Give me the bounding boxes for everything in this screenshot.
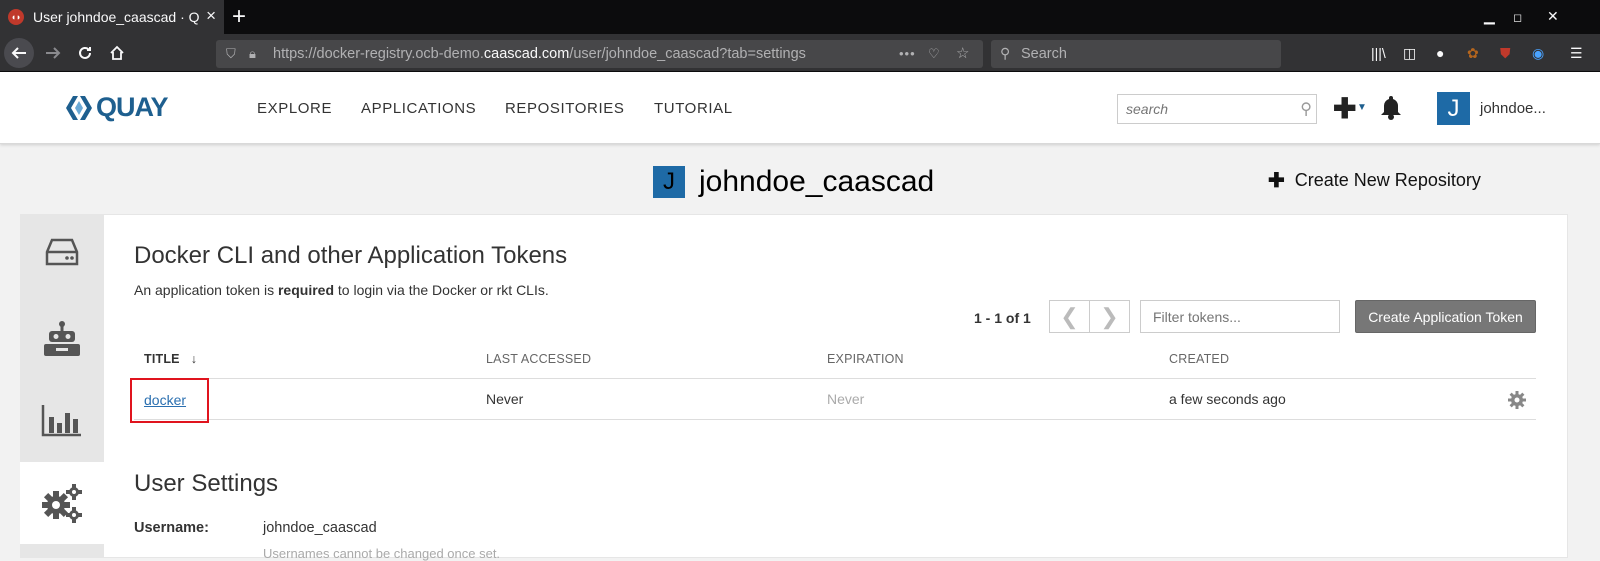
column-title-label: TITLE — [144, 352, 180, 366]
page-title: johndoe_caascad — [699, 165, 935, 198]
user-settings-heading: User Settings — [134, 470, 279, 497]
desc-bold: required — [277, 282, 334, 298]
url-path: /user/johndoe_caascad?tab=settings — [569, 46, 806, 62]
lock-icon[interactable]: 🔒︎ — [249, 46, 256, 62]
filter-tokens-box[interactable] — [1140, 300, 1340, 333]
gear-icon[interactable] — [1508, 391, 1526, 409]
sidebar-item-usage-logs[interactable] — [20, 390, 104, 450]
sidebar-item-robot-accounts[interactable] — [20, 310, 104, 370]
robot-icon — [44, 321, 80, 356]
tokens-heading: Docker CLI and other Application Tokens — [134, 242, 568, 269]
maximize-icon[interactable]: ◻ — [1513, 11, 1522, 24]
browser-tab[interactable]: ◖◗ User johndoe_caascad · Q × — [0, 0, 224, 34]
browser-search-placeholder: Search — [1021, 46, 1067, 62]
filter-tokens-input[interactable] — [1141, 301, 1339, 332]
token-created: a few seconds ago — [1169, 391, 1286, 407]
account-icon[interactable]: ● — [1436, 45, 1444, 61]
bell-icon[interactable] — [1379, 94, 1403, 120]
create-repository-button[interactable]: ✚ Create New Repository — [1268, 168, 1481, 193]
column-header-expiration[interactable]: EXPIRATION — [827, 352, 904, 366]
nav-repositories[interactable]: REPOSITORIES — [505, 100, 624, 117]
quay-logo[interactable]: QUAY — [64, 92, 169, 123]
create-application-token-button[interactable]: Create Application Token — [1355, 300, 1536, 333]
token-title-link[interactable]: docker — [144, 392, 186, 408]
sort-arrow-icon: ↓ — [190, 352, 198, 366]
token-title-highlight: docker — [130, 378, 209, 423]
extension-cookie-icon[interactable]: ✿ — [1467, 45, 1479, 62]
column-header-last-accessed[interactable]: LAST ACCESSED — [486, 352, 591, 366]
page-actions-icon[interactable]: ••• — [899, 46, 916, 61]
table-divider — [134, 378, 1536, 379]
gears-icon — [42, 484, 82, 523]
sidebar-item-repositories[interactable] — [20, 222, 104, 282]
app-search-input[interactable] — [1118, 95, 1288, 123]
page-avatar: J — [653, 166, 685, 198]
url-text: https://docker-registry.ocb-demo.caascad… — [273, 46, 806, 62]
minimize-icon[interactable]: ▁ — [1484, 8, 1495, 25]
app-header: QUAY EXPLORE APPLICATIONS REPOSITORIES T… — [0, 72, 1600, 144]
nav-explore[interactable]: EXPLORE — [257, 100, 332, 117]
hamburger-menu-icon[interactable]: ☰ — [1570, 45, 1583, 62]
username-label: Username: — [134, 520, 209, 536]
url-bar[interactable]: ⛉ 🔒︎ https://docker-registry.ocb-demo.ca… — [216, 40, 983, 68]
url-prefix: https://docker-registry.ocb-demo. — [273, 46, 484, 62]
logo-text: QUAY — [96, 92, 169, 122]
ublock-icon[interactable]: ⛊ — [1500, 45, 1511, 62]
token-last-accessed: Never — [486, 391, 524, 407]
forward-button[interactable] — [38, 38, 68, 68]
sidebar-toggle-icon[interactable]: ◫ — [1403, 45, 1416, 62]
app-search-box[interactable]: ⚲ — [1117, 94, 1317, 124]
reload-icon — [79, 46, 91, 59]
next-page-button[interactable]: ❯ — [1089, 300, 1130, 333]
sidebar-item-settings[interactable] — [20, 462, 104, 544]
create-repository-label: Create New Repository — [1294, 170, 1481, 190]
plus-icon: ✚ — [1268, 170, 1285, 192]
prev-page-button[interactable]: ❮ — [1049, 300, 1090, 333]
window-close-icon[interactable]: ✕ — [1547, 8, 1559, 25]
tab-close-icon[interactable]: × — [206, 6, 216, 26]
search-icon[interactable]: ⚲ — [1300, 99, 1312, 119]
user-menu-name[interactable]: johndoe... — [1480, 100, 1546, 117]
hard-drive-icon — [45, 238, 79, 266]
browser-tabbar: ◖◗ User johndoe_caascad · Q × + ▁ ◻ ✕ — [0, 0, 1600, 34]
username-value: johndoe_caascad — [263, 520, 377, 536]
back-button[interactable] — [4, 38, 34, 68]
home-icon — [110, 45, 124, 60]
reload-button[interactable] — [70, 38, 100, 68]
tokens-description: An application token is required to logi… — [134, 282, 549, 298]
quay-favicon-icon: ◖◗ — [8, 9, 24, 25]
desc-text-2: to login via the Docker or rkt CLIs. — [334, 282, 549, 298]
new-tab-button[interactable]: + — [232, 3, 246, 31]
caret-down-icon[interactable]: ▼ — [1357, 102, 1367, 113]
nav-applications[interactable]: APPLICATIONS — [361, 100, 476, 117]
bookmark-star-icon[interactable]: ☆ — [956, 44, 969, 62]
username-help-text: Usernames cannot be changed once set. — [263, 546, 501, 561]
table-divider — [134, 419, 1536, 420]
password-manager-icon[interactable]: ◉ — [1532, 45, 1544, 62]
browser-search-bar[interactable]: ⚲ Search — [991, 40, 1281, 68]
arrow-right-icon — [46, 47, 61, 59]
bar-chart-icon — [41, 405, 81, 437]
pager-count: 1 - 1 of 1 — [974, 310, 1031, 326]
create-plus-icon[interactable]: ✚ — [1333, 92, 1356, 125]
pocket-icon[interactable]: ♡ — [928, 46, 940, 62]
arrow-left-icon — [11, 47, 26, 59]
tab-title: User johndoe_caascad · Q — [33, 9, 200, 25]
home-button[interactable] — [102, 38, 132, 68]
token-expiration: Never — [827, 391, 865, 407]
shield-icon[interactable]: ⛉ — [226, 46, 236, 62]
desc-text-1: An application token is — [134, 282, 278, 298]
column-header-title[interactable]: TITLE ↓ — [144, 352, 197, 366]
quay-logo-icon — [66, 95, 92, 120]
column-header-created[interactable]: CREATED — [1169, 352, 1229, 366]
nav-tutorial[interactable]: TUTORIAL — [654, 100, 733, 117]
url-domain: caascad.com — [483, 46, 570, 62]
library-icon[interactable]: |||\ — [1371, 45, 1386, 61]
user-avatar[interactable]: J — [1437, 92, 1470, 125]
search-engine-icon[interactable]: ⚲ — [1000, 45, 1010, 62]
